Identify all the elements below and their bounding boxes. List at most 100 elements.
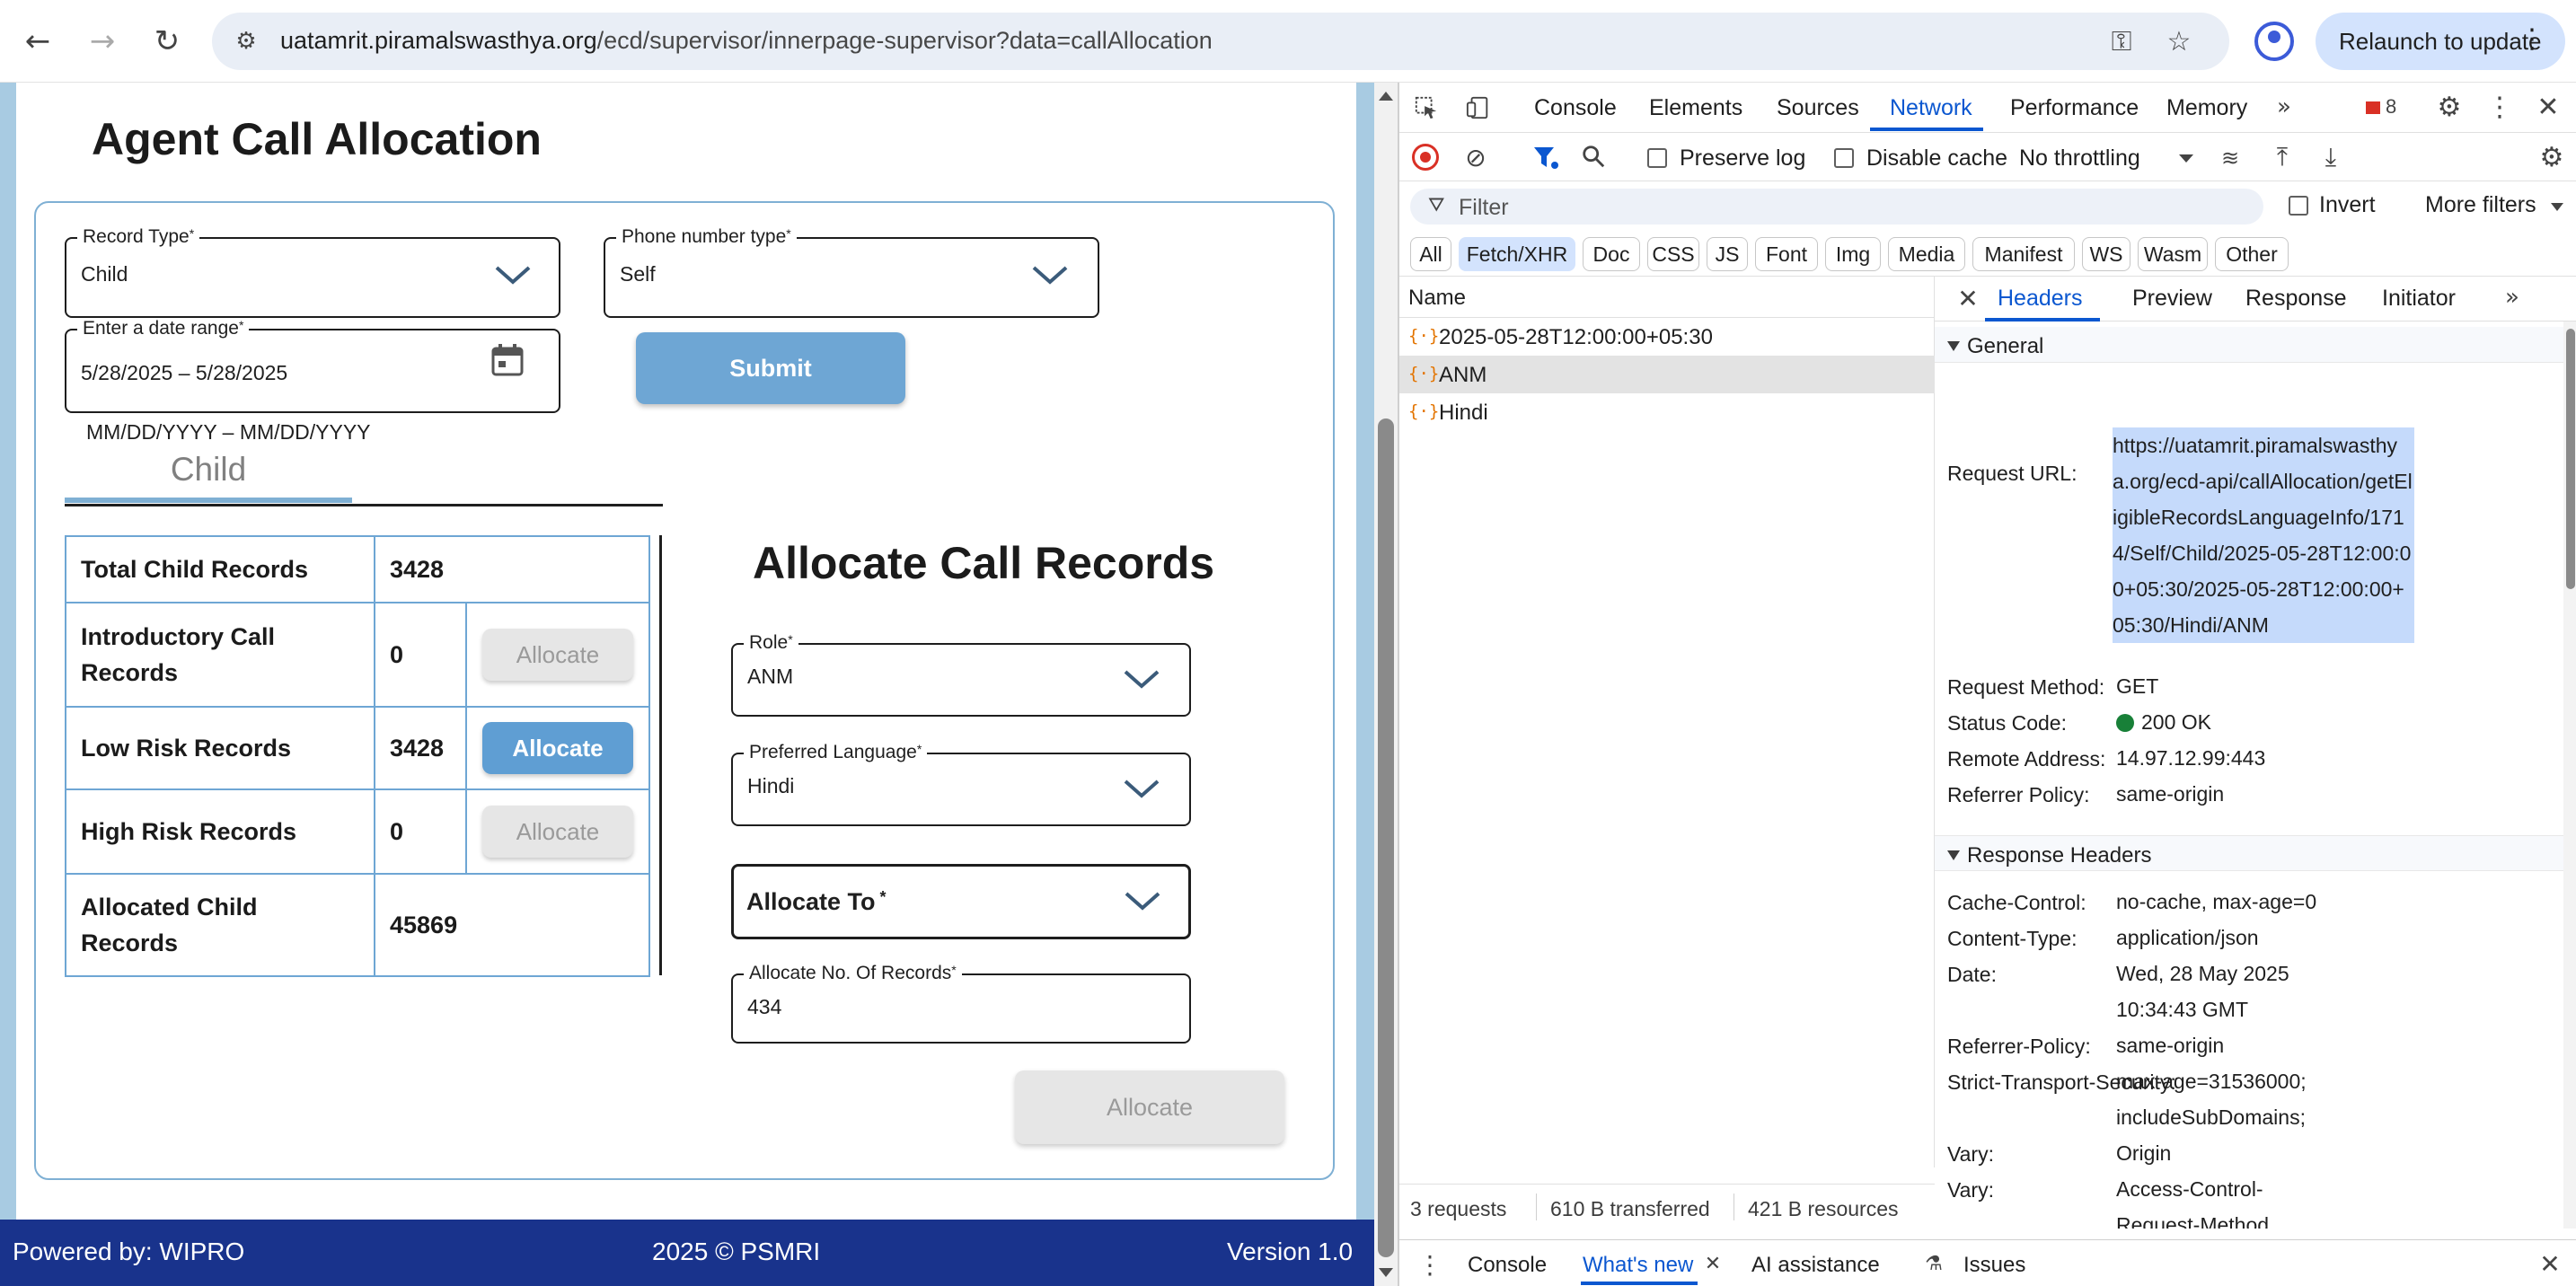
scrollbar-thumb[interactable] <box>1378 418 1394 1257</box>
role-select[interactable]: Role* ANM <box>731 632 1191 717</box>
tab-sources[interactable]: Sources <box>1777 95 1859 121</box>
chip-font[interactable]: Font <box>1755 237 1818 271</box>
network-conditions-icon[interactable]: ≋ <box>2215 144 2245 172</box>
chevron-down-icon[interactable] <box>2551 203 2563 211</box>
chevron-down-icon <box>1123 778 1160 805</box>
chevron-down-icon[interactable] <box>2179 154 2193 163</box>
submit-button[interactable]: Submit <box>636 332 905 404</box>
url-text[interactable]: uatamrit.piramalswasthya.org/ecd/supervi… <box>280 27 1213 55</box>
scrollbar-thumb[interactable] <box>2566 329 2575 589</box>
network-settings-icon[interactable]: ⚙ <box>2536 142 2567 173</box>
throttling-select[interactable]: No throttling <box>2019 145 2140 172</box>
allocate-introductory-button[interactable]: Allocate <box>482 629 633 681</box>
date-range-value[interactable]: 5/28/2025 – 5/28/2025 <box>81 361 287 385</box>
device-toolbar-icon[interactable] <box>1462 92 1495 124</box>
drawer-tab-whats-new[interactable]: What's new <box>1583 1253 1693 1278</box>
close-devtools-icon[interactable]: ✕ <box>2533 90 2563 124</box>
request-method-value: GET <box>2116 674 2159 698</box>
tab-headers[interactable]: Headers <box>1998 286 2083 312</box>
more-vert-icon[interactable]: ⋮ <box>2519 23 2545 55</box>
chip-all[interactable]: All <box>1410 237 1451 271</box>
header-key: Vary: <box>1947 1178 1994 1202</box>
general-section-header[interactable]: General <box>1935 327 2563 363</box>
chip-js[interactable]: JS <box>1707 237 1748 271</box>
allocate-high-risk-button[interactable]: Allocate <box>482 806 633 858</box>
drawer-tab-console[interactable]: Console <box>1468 1253 1547 1278</box>
record-stop-icon[interactable] <box>1412 144 1439 171</box>
chip-media[interactable]: Media <box>1888 237 1965 271</box>
more-tabs-icon[interactable]: » <box>2499 282 2526 313</box>
issues-badge[interactable]: 8 <box>2366 95 2396 119</box>
chip-wasm[interactable]: Wasm <box>2138 237 2208 271</box>
allocate-number-input[interactable]: Allocate No. Of Records* 434 <box>731 963 1191 1044</box>
tab-child[interactable]: Child <box>65 438 352 501</box>
reload-icon[interactable]: ↻ <box>146 20 189 63</box>
chip-other[interactable]: Other <box>2215 237 2289 271</box>
more-vert-icon[interactable]: ⋮ <box>2486 90 2513 124</box>
chip-manifest[interactable]: Manifest <box>1972 237 2075 271</box>
settings-gear-icon[interactable]: ⚙ <box>2432 90 2466 124</box>
record-type-select[interactable]: Record Type* Child <box>65 226 560 318</box>
header-key: Cache-Control: <box>1947 891 2086 914</box>
password-key-icon[interactable]: ⚿ <box>2104 23 2139 59</box>
search-icon[interactable] <box>1581 144 1610 172</box>
scroll-down-icon[interactable] <box>1379 1268 1393 1277</box>
detail-scrollbar[interactable] <box>2563 322 2576 1229</box>
request-row-selected[interactable]: {·} ANM <box>1399 356 1935 393</box>
tab-memory[interactable]: Memory <box>2166 95 2247 121</box>
request-row[interactable]: {·} 2025-05-28T12:00:00+05:30 <box>1399 318 1935 356</box>
drawer-tab-issues[interactable]: Issues <box>1963 1253 2025 1278</box>
preserve-log-checkbox[interactable] <box>1647 148 1667 168</box>
bookmark-star-icon[interactable]: ☆ <box>2161 23 2197 59</box>
column-header-name[interactable]: Name <box>1399 277 1935 318</box>
export-har-icon[interactable]: ⤓ <box>2316 142 2346 172</box>
request-row[interactable]: {·} Hindi <box>1399 393 1935 431</box>
close-tab-icon[interactable]: ✕ <box>1703 1251 1723 1276</box>
chip-doc[interactable]: Doc <box>1583 237 1640 271</box>
allocate-number-value[interactable]: 434 <box>747 995 781 1019</box>
tab-initiator[interactable]: Initiator <box>2382 286 2456 312</box>
date-range-field[interactable]: Enter a date range* 5/28/2025 – 5/28/202… <box>65 318 560 413</box>
request-url-value[interactable]: https://uatamrit.piramalswasthya.org/ecd… <box>2113 427 2414 643</box>
close-drawer-icon[interactable]: ✕ <box>2536 1249 2563 1279</box>
tab-preview[interactable]: Preview <box>2132 286 2212 312</box>
forward-icon[interactable]: → <box>81 20 124 63</box>
allocate-submit-button[interactable]: Allocate <box>1015 1070 1284 1144</box>
site-info-icon[interactable]: ⚙ <box>228 23 264 59</box>
filter-funnel-icon[interactable] <box>1532 144 1563 172</box>
tab-console[interactable]: Console <box>1534 95 1617 121</box>
phone-number-type-select[interactable]: Phone number type* Self <box>604 226 1099 318</box>
chip-img[interactable]: Img <box>1825 237 1881 271</box>
response-headers-section-header[interactable]: Response Headers <box>1935 835 2563 871</box>
more-filters-dropdown[interactable]: More filters <box>2425 192 2536 218</box>
chip-ws[interactable]: WS <box>2082 237 2130 271</box>
import-har-icon[interactable]: ⤒ <box>2267 142 2298 172</box>
chip-css[interactable]: CSS <box>1647 237 1699 271</box>
address-bar[interactable]: ⚙ uatamrit.piramalswasthya.org/ecd/super… <box>212 13 2229 70</box>
back-icon[interactable]: ← <box>16 20 59 63</box>
tab-elements[interactable]: Elements <box>1649 95 1742 121</box>
clear-icon[interactable]: ⊘ <box>1460 142 1491 172</box>
tab-response[interactable]: Response <box>2245 286 2347 312</box>
inspect-element-icon[interactable] <box>1410 92 1442 124</box>
filter-input[interactable]: ⛛ Filter <box>1410 189 2263 225</box>
relaunch-to-update-button[interactable]: Relaunch to update ⋮ <box>2316 13 2565 70</box>
disable-cache-checkbox[interactable] <box>1834 148 1854 168</box>
chip-fetch-xhr[interactable]: Fetch/XHR <box>1459 237 1575 271</box>
calendar-icon[interactable] <box>490 343 525 377</box>
header-value: Wed, 28 May 2025 10:34:43 GMT <box>2116 962 2289 1021</box>
drawer-menu-icon[interactable]: ⋮ <box>1417 1249 1442 1280</box>
page-scrollbar[interactable] <box>1374 83 1398 1286</box>
close-detail-icon[interactable]: ✕ <box>1954 284 1981 313</box>
allocate-to-select[interactable]: Allocate To * <box>731 864 1191 939</box>
row-count: 0 <box>374 788 467 875</box>
scroll-up-icon[interactable] <box>1379 92 1393 101</box>
preferred-language-select[interactable]: Preferred Language* Hindi <box>731 742 1191 826</box>
allocate-low-risk-button[interactable]: Allocate <box>482 722 633 774</box>
more-tabs-icon[interactable]: » <box>2271 92 2298 122</box>
tab-performance[interactable]: Performance <box>2010 95 2139 121</box>
invert-checkbox[interactable] <box>2289 196 2308 216</box>
profile-avatar-icon[interactable] <box>2254 22 2294 61</box>
drawer-tab-ai-assistance[interactable]: AI assistance <box>1751 1253 1880 1278</box>
tab-network[interactable]: Network <box>1890 95 1972 121</box>
